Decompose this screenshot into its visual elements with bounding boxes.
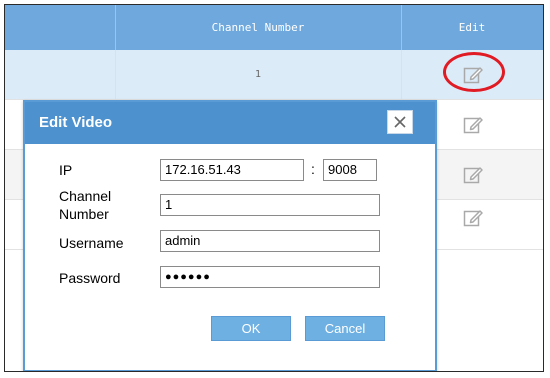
column-header-edit: Edit [458,21,486,34]
edit-icon[interactable] [463,115,483,135]
screenshot-frame: Channel Number Edit 1 Edit Video IP 172.… [4,4,544,372]
highlight-circle [443,52,505,92]
password-label: Password [59,270,121,286]
dialog-header: Edit Video [25,102,435,144]
dialog-title: Edit Video [39,114,113,131]
ip-label: IP [59,162,73,178]
edit-icon[interactable] [463,208,483,228]
channel-number-input[interactable]: 1 [160,194,380,216]
channel-number-label-line1: Channel [59,188,112,204]
password-input[interactable]: ●●●●●● [160,266,380,288]
channel-number-label-line2: Number [59,206,109,222]
port-input[interactable]: 9008 [323,159,377,181]
table-header: Channel Number Edit [5,5,543,50]
edit-video-dialog: Edit Video IP 172.16.51.43 : 9008 Channe… [23,100,437,371]
close-icon [394,116,406,128]
cell-divider [401,50,402,99]
channel-number-cell: 1 [254,69,262,80]
ok-button[interactable]: OK [211,316,291,341]
ip-port-separator: : [311,161,315,177]
column-header-channel-number: Channel Number [211,21,305,34]
username-input[interactable]: admin [160,230,380,252]
ip-input[interactable]: 172.16.51.43 [160,159,304,181]
close-button[interactable] [387,110,413,134]
username-label: Username [59,235,124,251]
edit-icon[interactable] [463,165,483,185]
cancel-button[interactable]: Cancel [305,316,385,341]
